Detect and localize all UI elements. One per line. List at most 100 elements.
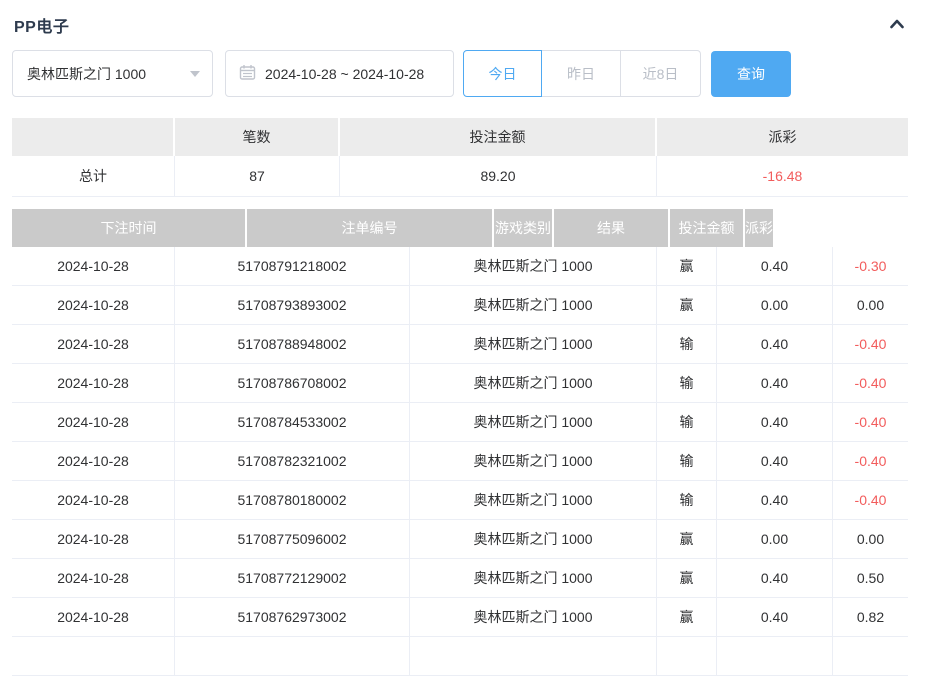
cell-result: 输 — [657, 481, 717, 519]
game-select-value: 奥林匹斯之门 1000 — [27, 64, 146, 84]
page-title: PP电子 — [14, 13, 69, 37]
cell-payout: 0.00 — [833, 286, 908, 324]
cell-bet-amount: 0.40 — [717, 325, 833, 363]
cell-bet-number: 51708791218002 — [175, 247, 410, 285]
cell-result: 赢 — [657, 598, 717, 636]
cell-bet-amount: 0.40 — [717, 442, 833, 480]
quick-date-button-group: 今日 昨日 近8日 — [463, 50, 701, 97]
summary-header-blank — [12, 118, 175, 156]
cell-bet-time: 2024-10-28 — [12, 247, 175, 285]
cell-game-category: 奥林匹斯之门 1000 — [410, 481, 657, 519]
cell-bet-amount: 0.40 — [717, 481, 833, 519]
cell-bet-time — [12, 637, 175, 675]
filter-toolbar: 奥林匹斯之门 1000 2024-10-28 ~ 2024-10-28 今日 昨… — [12, 50, 908, 97]
summary-total-label: 总计 — [12, 156, 175, 196]
table-row — [12, 637, 908, 676]
date-range-value: 2024-10-28 ~ 2024-10-28 — [265, 66, 424, 82]
today-button[interactable]: 今日 — [463, 50, 542, 97]
cell-bet-time: 2024-10-28 — [12, 286, 175, 324]
cell-game-category: 奥林匹斯之门 1000 — [410, 286, 657, 324]
cell-result: 赢 — [657, 520, 717, 558]
summary-total-payout: -16.48 — [657, 156, 908, 196]
calendar-icon — [239, 64, 256, 84]
cell-bet-number: 51708788948002 — [175, 325, 410, 363]
date-range-picker[interactable]: 2024-10-28 ~ 2024-10-28 — [225, 50, 454, 97]
table-row: 2024-10-28 51708786708002 奥林匹斯之门 1000 输 … — [12, 364, 908, 403]
cell-bet-time: 2024-10-28 — [12, 520, 175, 558]
panel-header: PP电子 — [12, 0, 908, 36]
cell-bet-number: 51708762973002 — [175, 598, 410, 636]
cell-payout — [833, 637, 908, 675]
cell-bet-time: 2024-10-28 — [12, 598, 175, 636]
cell-result: 赢 — [657, 559, 717, 597]
bet-records-table: 下注时间 注单编号 游戏类别 结果 投注金额 派彩 2024-10-28 517… — [12, 209, 908, 676]
cell-bet-amount — [717, 637, 833, 675]
cell-payout: 0.82 — [833, 598, 908, 636]
cell-bet-time: 2024-10-28 — [12, 364, 175, 402]
cell-game-category: 奥林匹斯之门 1000 — [410, 442, 657, 480]
cell-game-category: 奥林匹斯之门 1000 — [410, 325, 657, 363]
cell-game-category: 奥林匹斯之门 1000 — [410, 598, 657, 636]
cell-bet-number: 51708786708002 — [175, 364, 410, 402]
search-button[interactable]: 查询 — [711, 51, 791, 97]
table-row: 2024-10-28 51708791218002 奥林匹斯之门 1000 赢 … — [12, 247, 908, 286]
table-row: 2024-10-28 51708762973002 奥林匹斯之门 1000 赢 … — [12, 598, 908, 637]
records-header-cell: 游戏类别 — [494, 209, 554, 247]
cell-bet-amount: 0.40 — [717, 247, 833, 285]
cell-result: 赢 — [657, 286, 717, 324]
collapse-panel-button[interactable] — [888, 16, 906, 34]
cell-bet-amount: 0.40 — [717, 403, 833, 441]
table-row: 2024-10-28 51708782321002 奥林匹斯之门 1000 输 … — [12, 442, 908, 481]
table-row: 2024-10-28 51708772129002 奥林匹斯之门 1000 赢 … — [12, 559, 908, 598]
records-header-cell: 结果 — [554, 209, 670, 247]
table-row: 2024-10-28 51708775096002 奥林匹斯之门 1000 赢 … — [12, 520, 908, 559]
last-8-days-button[interactable]: 近8日 — [621, 50, 701, 97]
cell-payout: -0.40 — [833, 481, 908, 519]
cell-bet-time: 2024-10-28 — [12, 403, 175, 441]
cell-game-category: 奥林匹斯之门 1000 — [410, 247, 657, 285]
summary-table-header: 笔数 投注金额 派彩 — [12, 118, 908, 156]
records-header-cell: 注单编号 — [247, 209, 494, 247]
chevron-up-icon — [888, 15, 906, 36]
game-select[interactable]: 奥林匹斯之门 1000 — [12, 50, 213, 97]
records-table-header: 下注时间 注单编号 游戏类别 结果 投注金额 派彩 — [12, 209, 908, 247]
cell-bet-time: 2024-10-28 — [12, 325, 175, 363]
cell-game-category: 奥林匹斯之门 1000 — [410, 559, 657, 597]
cell-game-category — [410, 637, 657, 675]
table-row: 2024-10-28 51708784533002 奥林匹斯之门 1000 输 … — [12, 403, 908, 442]
cell-payout: -0.40 — [833, 403, 908, 441]
cell-game-category: 奥林匹斯之门 1000 — [410, 520, 657, 558]
records-header-cell: 派彩 — [745, 209, 773, 247]
cell-payout: 0.50 — [833, 559, 908, 597]
summary-header-bet-amount: 投注金额 — [340, 118, 657, 156]
cell-result: 输 — [657, 325, 717, 363]
cell-bet-number: 51708772129002 — [175, 559, 410, 597]
cell-bet-time: 2024-10-28 — [12, 442, 175, 480]
summary-table: 笔数 投注金额 派彩 总计 87 89.20 -16.48 — [12, 118, 908, 197]
cell-bet-number: 51708793893002 — [175, 286, 410, 324]
cell-bet-time: 2024-10-28 — [12, 481, 175, 519]
records-table-body: 2024-10-28 51708791218002 奥林匹斯之门 1000 赢 … — [12, 247, 908, 637]
cell-bet-number: 51708780180002 — [175, 481, 410, 519]
cell-result: 输 — [657, 403, 717, 441]
table-row: 2024-10-28 51708780180002 奥林匹斯之门 1000 输 … — [12, 481, 908, 520]
summary-header-payout: 派彩 — [657, 118, 908, 156]
cell-game-category: 奥林匹斯之门 1000 — [410, 364, 657, 402]
table-row: 2024-10-28 51708793893002 奥林匹斯之门 1000 赢 … — [12, 286, 908, 325]
cell-bet-number: 51708782321002 — [175, 442, 410, 480]
cell-payout: -0.40 — [833, 364, 908, 402]
cell-result — [657, 637, 717, 675]
cell-payout: 0.00 — [833, 520, 908, 558]
cell-bet-number: 51708775096002 — [175, 520, 410, 558]
cell-payout: -0.40 — [833, 442, 908, 480]
cell-bet-number — [175, 637, 410, 675]
caret-down-icon — [190, 71, 200, 77]
cell-bet-time: 2024-10-28 — [12, 559, 175, 597]
cell-bet-amount: 0.40 — [717, 364, 833, 402]
cell-payout: -0.30 — [833, 247, 908, 285]
summary-total-bet-amount: 89.20 — [340, 156, 657, 196]
summary-total-count: 87 — [175, 156, 340, 196]
cell-result: 赢 — [657, 247, 717, 285]
yesterday-button[interactable]: 昨日 — [542, 50, 621, 97]
cell-bet-amount: 0.00 — [717, 286, 833, 324]
